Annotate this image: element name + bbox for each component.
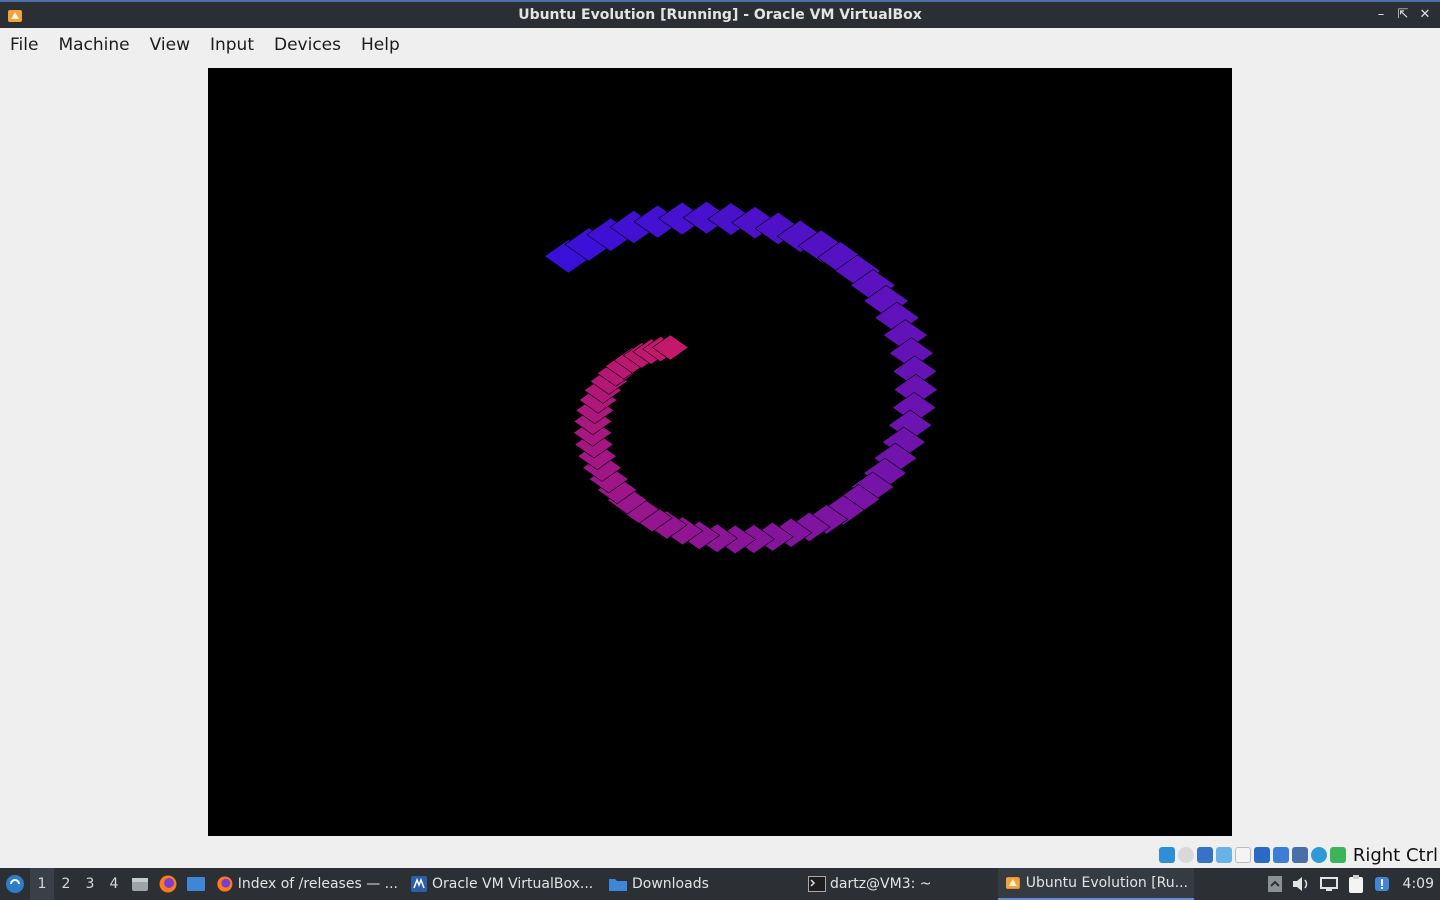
status-bar: Right Ctrl — [1158, 843, 1440, 867]
launcher-firefox[interactable] — [154, 868, 182, 900]
workspace-1[interactable]: 1 — [30, 868, 54, 900]
window-title: Ubuntu Evolution [Running] - Oracle VM V… — [518, 7, 922, 23]
menu-machine[interactable]: Machine — [48, 35, 139, 55]
minimize-button[interactable]: – — [1372, 6, 1390, 24]
cpu-icon[interactable] — [1291, 847, 1308, 863]
launcher-desktop[interactable] — [182, 868, 210, 900]
spiral-graphic — [543, 200, 939, 555]
virtualbox-icon — [411, 876, 427, 892]
task-label: Oracle VM VirtualBox... — [432, 876, 594, 892]
workspace-3[interactable]: 3 — [78, 876, 102, 892]
taskbar: 1 2 3 4 Index of /releases — ... Oracle … — [0, 868, 1440, 900]
task-firefox[interactable]: Index of /releases — ... — [210, 868, 404, 900]
network-icon[interactable] — [1196, 847, 1213, 863]
task-ubuntu-evolution[interactable]: Ubuntu Evolution [Ru... — [998, 868, 1194, 900]
terminal-icon — [808, 876, 826, 892]
start-menu-button[interactable] — [0, 868, 30, 900]
firefox-icon — [217, 876, 233, 892]
volume-icon[interactable] — [1291, 875, 1311, 893]
hard-disk-icon[interactable] — [1158, 847, 1175, 863]
mouse-integration-icon[interactable] — [1329, 847, 1346, 863]
menu-help[interactable]: Help — [351, 35, 410, 55]
task-label: Index of /releases — ... — [237, 876, 398, 892]
vm-display[interactable] — [208, 68, 1232, 836]
task-label: dartz@VM3: ~ — [830, 876, 932, 892]
clock[interactable]: 4:09 — [1403, 876, 1434, 892]
usb-icon[interactable] — [1215, 847, 1232, 863]
window-controls: – ⇱ ✕ — [1372, 6, 1434, 24]
restore-button[interactable]: ⇱ — [1394, 6, 1412, 24]
menu-view[interactable]: View — [140, 35, 200, 55]
task-label: Ubuntu Evolution [Ru... — [1025, 875, 1188, 891]
system-tray: 4:09 — [1267, 868, 1440, 900]
keyboard-capture-icon[interactable] — [1310, 847, 1327, 863]
virtualbox-vm-icon — [1005, 877, 1020, 889]
menu-file[interactable]: File — [0, 35, 48, 55]
workspace-4[interactable]: 4 — [102, 876, 126, 892]
task-virtualbox-manager[interactable]: Oracle VM VirtualBox... — [404, 868, 602, 900]
video-capture-icon[interactable] — [1272, 847, 1289, 863]
menu-input[interactable]: Input — [200, 35, 264, 55]
host-key-label: Right Ctrl — [1352, 844, 1438, 866]
show-hidden-icons-icon[interactable] — [1267, 875, 1283, 893]
close-button[interactable]: ✕ — [1416, 6, 1434, 24]
display-icon[interactable] — [1253, 847, 1270, 863]
shared-folders-icon[interactable] — [1234, 847, 1251, 863]
task-downloads[interactable]: Downloads — [602, 868, 802, 900]
launcher-file-manager[interactable] — [126, 868, 154, 900]
title-bar: Ubuntu Evolution [Running] - Oracle VM V… — [0, 0, 1440, 28]
menu-bar: File Machine View Input Devices Help — [0, 28, 1440, 62]
show-desktop-icon — [187, 877, 205, 891]
menu-devices[interactable]: Devices — [264, 35, 351, 55]
clipboard-icon[interactable] — [1347, 874, 1365, 894]
task-label: Downloads — [632, 876, 709, 892]
workspace-2[interactable]: 2 — [54, 876, 78, 892]
task-terminal[interactable]: dartz@VM3: ~ — [802, 868, 998, 900]
update-notifier-icon[interactable] — [1373, 875, 1391, 893]
firefox-icon — [159, 875, 177, 893]
folder-icon — [609, 879, 627, 891]
distro-logo-icon — [6, 875, 24, 893]
network-tray-icon[interactable] — [1319, 875, 1339, 893]
optical-drive-icon[interactable] — [1177, 847, 1194, 863]
file-manager-icon — [132, 878, 148, 891]
